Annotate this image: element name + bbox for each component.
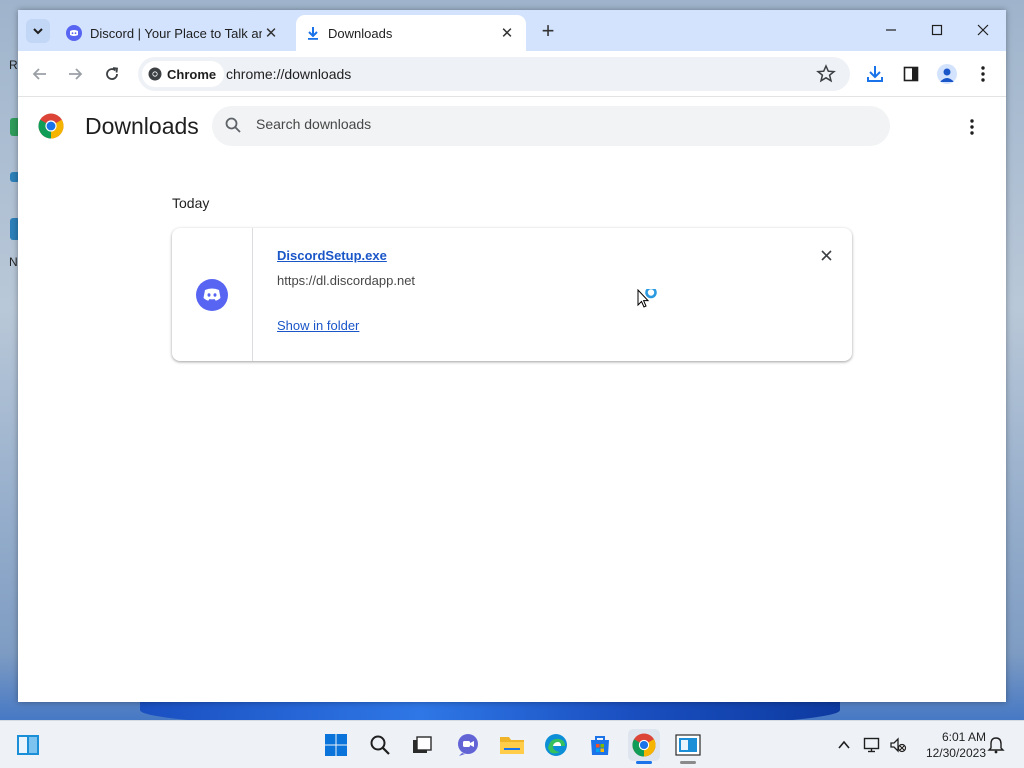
plus-icon: + (541, 18, 555, 43)
menu-kebab-icon (981, 66, 985, 82)
download-item-card: DiscordSetup.exe https://dl.discordapp.n… (172, 228, 852, 361)
downloads-page: Downloads Today DiscordSetup.exe https:/… (18, 97, 1006, 702)
volume-muted-icon (890, 737, 907, 753)
remove-download-button[interactable] (816, 245, 836, 265)
running-indicator (680, 761, 696, 764)
widgets-icon (17, 735, 39, 755)
chrome-icon (632, 733, 656, 757)
taskbar-search-button[interactable] (364, 729, 396, 761)
file-explorer-icon (500, 737, 524, 754)
start-button[interactable] (320, 729, 352, 761)
desktop-icon-label: N (9, 255, 18, 269)
browser-menu-button[interactable] (969, 60, 997, 88)
maximize-button[interactable] (914, 10, 960, 50)
star-icon[interactable] (816, 64, 836, 84)
chrome-logo-icon (38, 113, 64, 139)
show-hidden-icons-button[interactable] (834, 735, 854, 755)
tab-title: Downloads (328, 25, 393, 41)
volume-button[interactable] (888, 735, 908, 755)
side-panel-icon (903, 66, 919, 82)
address-bar[interactable]: Chrome chrome://downloads (138, 57, 850, 91)
network-button[interactable] (862, 735, 882, 755)
search-icon (370, 735, 390, 755)
close-icon (977, 24, 989, 36)
app-button[interactable] (672, 729, 704, 764)
page-title: Downloads (85, 113, 199, 139)
reload-icon (106, 67, 119, 80)
browser-window: Discord | Your Place to Talk and ✕ Downl… (18, 10, 1006, 702)
download-file-link[interactable]: DiscordSetup.exe (277, 248, 387, 263)
search-icon (225, 117, 241, 133)
chat-button[interactable] (452, 729, 484, 761)
windows-taskbar: 6:01 AM 12/30/2023 (0, 720, 1024, 768)
page-header: Downloads (18, 97, 1006, 157)
downloads-button[interactable] (861, 60, 889, 88)
discord-icon (196, 279, 228, 311)
search-downloads-box[interactable] (212, 106, 890, 146)
site-info-chip[interactable]: Chrome (142, 61, 225, 87)
edge-button[interactable] (540, 729, 572, 761)
clock-time: 6:01 AM (941, 730, 986, 744)
chrome-taskbar-button[interactable] (628, 729, 660, 764)
file-explorer-button[interactable] (496, 729, 528, 761)
store-icon (591, 736, 609, 755)
forward-button[interactable] (61, 60, 89, 88)
maximize-icon (931, 24, 943, 36)
start-icon (325, 734, 347, 756)
edge-icon (545, 734, 567, 756)
tab-downloads[interactable]: Downloads ✕ (296, 15, 526, 51)
download-source-url: https://dl.discordapp.net (277, 273, 416, 288)
forward-arrow-icon (69, 68, 83, 80)
chevron-down-icon (33, 28, 43, 35)
profile-button[interactable] (933, 60, 961, 88)
back-arrow-icon (32, 68, 46, 80)
side-panel-button[interactable] (897, 60, 925, 88)
tab-discord[interactable]: Discord | Your Place to Talk and ✕ (56, 15, 290, 51)
reload-button[interactable] (98, 60, 126, 88)
widgets-button[interactable] (12, 729, 44, 761)
clock-date: 12/30/2023 (925, 746, 986, 760)
show-in-folder-link[interactable]: Show in folder (277, 318, 359, 333)
chrome-logo-icon (148, 67, 162, 81)
search-input[interactable] (256, 116, 856, 132)
date-heading: Today (172, 195, 210, 211)
busy-cursor-icon (637, 289, 657, 308)
download-icon (867, 66, 883, 82)
notification-center-button[interactable] (986, 735, 1006, 755)
chip-label: Chrome (167, 66, 217, 82)
minimize-icon (886, 29, 896, 31)
file-icon-column (172, 228, 253, 361)
notification-icon (987, 737, 1005, 754)
close-icon (820, 249, 832, 261)
network-icon (863, 737, 880, 753)
chevron-up-icon (838, 740, 850, 749)
download-icon (308, 27, 318, 40)
discord-icon (66, 25, 82, 41)
store-button[interactable] (584, 729, 616, 761)
desktop-icon-label: R (9, 58, 18, 72)
menu-kebab-icon (970, 119, 974, 135)
minimize-button[interactable] (868, 10, 914, 50)
chat-icon (458, 734, 478, 756)
task-view-button[interactable] (406, 729, 438, 761)
page-menu-button[interactable] (962, 115, 982, 139)
profile-icon (937, 64, 957, 84)
system-clock[interactable]: 6:01 AM 12/30/2023 (916, 729, 986, 761)
tab-close-button[interactable]: ✕ (262, 24, 280, 42)
app-icon (675, 734, 701, 756)
back-button[interactable] (26, 60, 54, 88)
tab-close-button[interactable]: ✕ (498, 24, 516, 42)
browser-toolbar: Chrome chrome://downloads (18, 51, 1006, 97)
tab-strip: Discord | Your Place to Talk and ✕ Downl… (18, 10, 1006, 51)
url-text[interactable]: chrome://downloads (226, 66, 351, 82)
close-window-button[interactable] (960, 10, 1006, 50)
tab-search-button[interactable] (26, 19, 50, 43)
tab-title: Discord | Your Place to Talk and (90, 25, 262, 41)
task-view-icon (413, 736, 432, 753)
new-tab-button[interactable]: + (536, 18, 560, 43)
running-indicator (636, 761, 652, 764)
